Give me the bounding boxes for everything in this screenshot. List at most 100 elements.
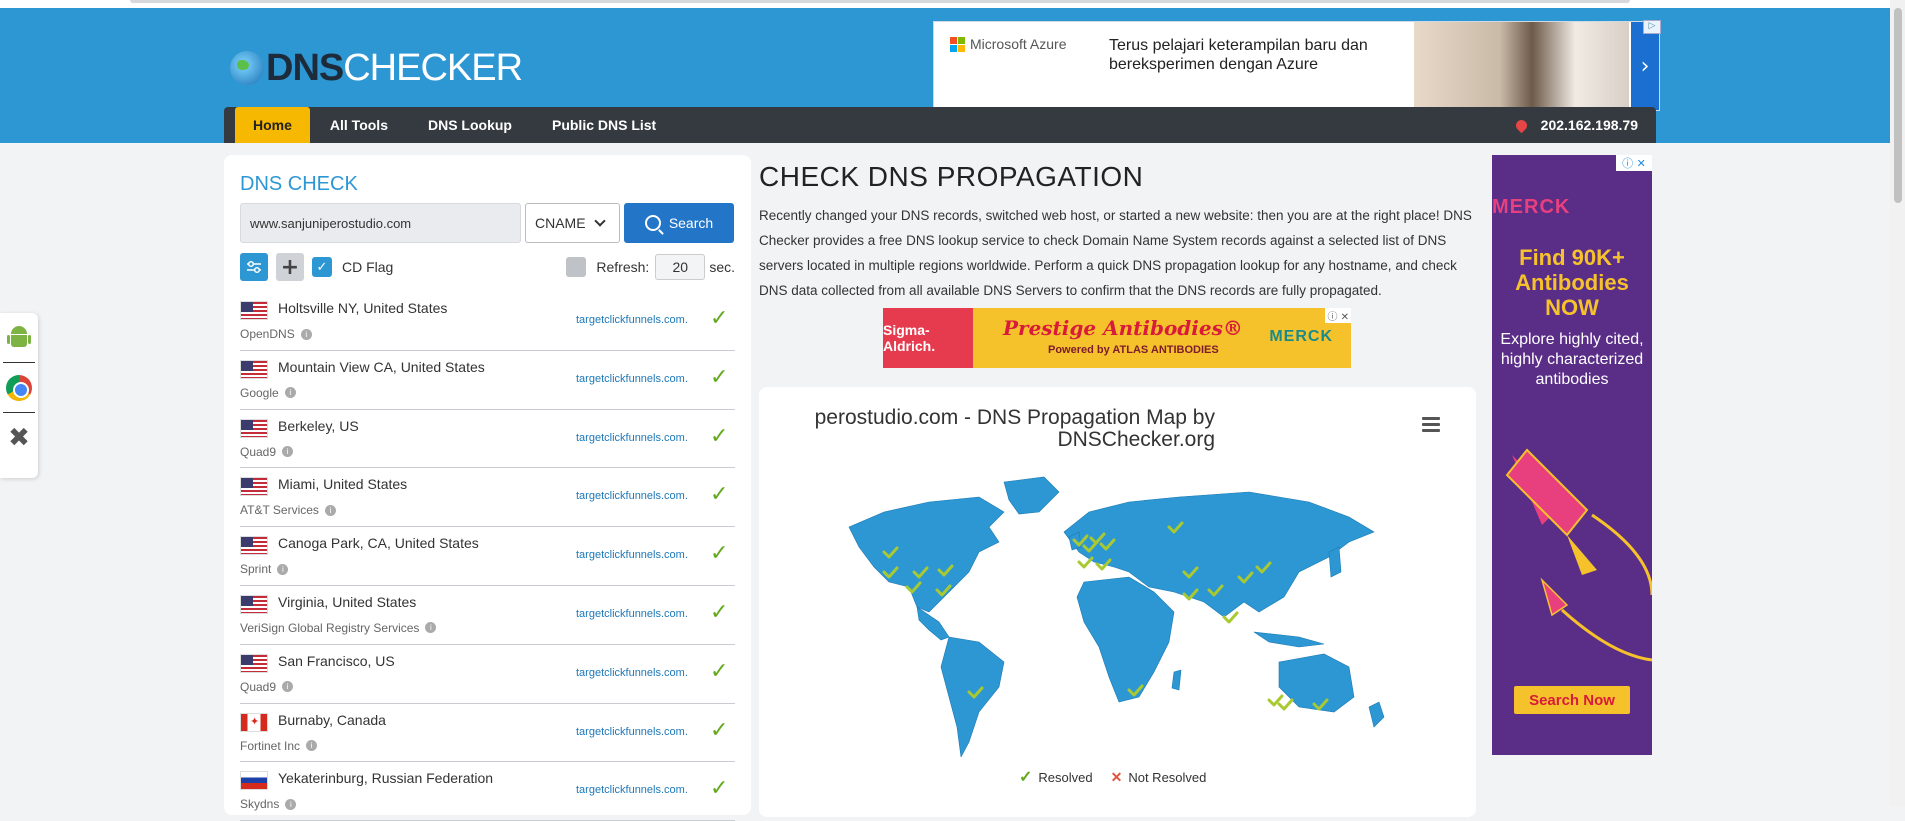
chrome-extension-link[interactable]	[3, 363, 35, 413]
result-location: Canoga Park, CA, United States	[278, 535, 479, 552]
right-skyscraper-ad[interactable]: ⓘ ✕ MERCK Find 90K+ Antibodies NOW Explo…	[1492, 155, 1652, 755]
add-server-button[interactable]: +	[276, 253, 304, 281]
cd-flag-label: CD Flag	[342, 259, 394, 275]
android-app-link[interactable]	[3, 313, 35, 363]
ad-sigma-brand: Sigma-Aldrich.	[883, 308, 973, 368]
result-row: Mountain View CA, United States Google i ta…	[240, 351, 735, 410]
map-central-america	[916, 606, 950, 641]
domain-input[interactable]	[240, 203, 521, 243]
mid-banner-ad[interactable]: Sigma-Aldrich. Prestige Antibodies® Powe…	[883, 308, 1351, 368]
ip-address: 202.162.198.79	[1540, 117, 1638, 133]
result-value[interactable]: targetclickfunnels.com.	[576, 726, 688, 738]
scrollbar-thumb[interactable]	[1894, 8, 1902, 203]
record-type-value: CNAME	[535, 215, 586, 231]
chevron-down-icon	[593, 215, 606, 227]
ip-display: 202.162.198.79	[1513, 107, 1638, 143]
top-banner-ad[interactable]: Microsoft Azure Terus pelajari keterampi…	[933, 20, 1661, 111]
info-icon[interactable]: i	[425, 622, 437, 634]
results-list: Holtsville NY, United States OpenDNS i targ…	[240, 292, 735, 821]
refresh-control: Refresh: 20 sec.	[566, 254, 735, 280]
ad-right-headline: Find 90K+ Antibodies NOW	[1515, 245, 1629, 320]
refresh-seconds-input[interactable]: 20	[655, 254, 706, 280]
ad-brand-label: Microsoft Azure	[970, 36, 1067, 52]
main-nav: Home All Tools DNS Lookup Public DNS Lis…	[224, 107, 1656, 143]
result-value[interactable]: targetclickfunnels.com.	[576, 784, 688, 796]
result-provider: AT&T Services i	[240, 503, 336, 517]
options-row: + ✓ CD Flag Refresh: 20 sec.	[240, 252, 735, 282]
nav-dns-lookup[interactable]: DNS Lookup	[408, 107, 532, 143]
ad-next-arrow-icon[interactable]: ›	[1631, 22, 1659, 110]
result-provider: Google i	[240, 386, 296, 400]
dnschecker-logo[interactable]: DNS CHECKER	[230, 38, 523, 98]
info-icon[interactable]: i	[324, 504, 336, 516]
info-icon[interactable]: i	[306, 740, 318, 752]
nav-public-dns-list[interactable]: Public DNS List	[532, 107, 676, 143]
settings-sliders-button[interactable]	[240, 253, 268, 281]
result-row: San Francisco, US Quad9 i targetclickfunnel…	[240, 645, 735, 704]
result-value[interactable]: targetclickfunnels.com.	[576, 490, 688, 502]
search-icon	[644, 215, 661, 231]
result-row: Burnaby, Canada Fortinet Inc i targetclickf…	[240, 704, 735, 763]
map-title: perostudio.com - DNS Propagation Map by …	[775, 407, 1215, 451]
flag-icon	[240, 594, 268, 614]
flag-icon	[240, 418, 268, 438]
world-map	[848, 476, 1385, 757]
result-value[interactable]: targetclickfunnels.com.	[576, 314, 688, 326]
result-value[interactable]: targetclickfunnels.com.	[576, 549, 688, 561]
result-value[interactable]: targetclickfunnels.com.	[576, 608, 688, 620]
flag-icon	[240, 359, 268, 379]
ad-info-close-icon[interactable]: ⓘ ✕	[1616, 155, 1652, 171]
info-icon[interactable]: i	[277, 563, 289, 575]
result-location: Virginia, United States	[278, 593, 417, 610]
flag-icon	[240, 653, 268, 673]
tools-link[interactable]: ✖	[3, 413, 35, 463]
logo-dns-text: DNS	[266, 46, 344, 89]
result-location: Mountain View CA, United States	[278, 358, 485, 375]
search-now-button[interactable]: Search Now	[1514, 686, 1630, 714]
record-type-select[interactable]: CNAME	[525, 203, 620, 243]
refresh-checkbox[interactable]	[566, 257, 587, 277]
legend-not-resolved[interactable]: ✕ Not Resolved	[1111, 767, 1207, 787]
info-icon[interactable]: i	[282, 446, 294, 458]
result-location: Holtsville NY, United States	[278, 300, 448, 316]
microsoft-logo-icon	[950, 36, 965, 52]
resolved-check-icon: ✓	[1019, 769, 1033, 786]
result-provider: Fortinet Inc i	[240, 739, 318, 753]
search-button[interactable]: Search	[624, 203, 734, 243]
info-icon[interactable]: i	[300, 328, 312, 340]
page-scrollbar[interactable]	[1890, 0, 1905, 806]
resolved-marker	[1277, 698, 1294, 711]
ad-close-icon[interactable]: ⓘ ✕	[1325, 308, 1351, 323]
result-row: Canoga Park, CA, United States Sprint i tar…	[240, 527, 735, 586]
resolved-check-icon: ✓	[710, 306, 729, 331]
android-icon	[7, 325, 31, 350]
provider-name: AT&T Services	[240, 503, 319, 518]
result-provider: VeriSign Global Registry Services i	[240, 621, 437, 635]
provider-name: Google	[240, 385, 279, 400]
result-provider: Quad9 i	[240, 680, 294, 694]
chart-menu-icon[interactable]	[1422, 417, 1440, 435]
result-value[interactable]: targetclickfunnels.com.	[576, 432, 688, 444]
adchoices-icon[interactable]: ▷	[1643, 20, 1661, 34]
provider-name: Sprint	[240, 562, 272, 577]
checkmark-icon: ✓	[316, 259, 328, 275]
result-location: Berkeley, US	[278, 417, 359, 434]
cd-flag-checkbox[interactable]: ✓	[312, 257, 332, 277]
resolved-check-icon: ✓	[710, 776, 729, 802]
result-value[interactable]: targetclickfunnels.com.	[576, 667, 688, 679]
logo-checker-text: CHECKER	[343, 46, 523, 89]
result-row: Yekaterinburg, Russian Federation Skydns i…	[240, 762, 735, 821]
ad-powered-by: Powered by ATLAS ANTIBODIES	[1048, 344, 1219, 356]
info-icon[interactable]: i	[285, 798, 297, 810]
result-value[interactable]: targetclickfunnels.com.	[576, 373, 688, 385]
info-icon[interactable]: i	[284, 387, 296, 399]
legend-resolved[interactable]: ✓ Resolved	[1019, 767, 1093, 787]
nav-all-tools[interactable]: All Tools	[310, 107, 408, 143]
ad-brand: Microsoft Azure	[950, 36, 1066, 52]
nav-home[interactable]: Home	[235, 107, 310, 143]
dns-check-card: DNS CHECK CNAME Search + ✓ CD Flag Refre…	[224, 155, 751, 821]
result-location: Miami, United States	[278, 476, 408, 493]
info-icon[interactable]: i	[282, 681, 294, 693]
map-title-line2: DNSChecker.org	[1057, 428, 1215, 451]
result-row: Berkeley, US Quad9 i targetclickfunnels.com…	[240, 410, 735, 469]
